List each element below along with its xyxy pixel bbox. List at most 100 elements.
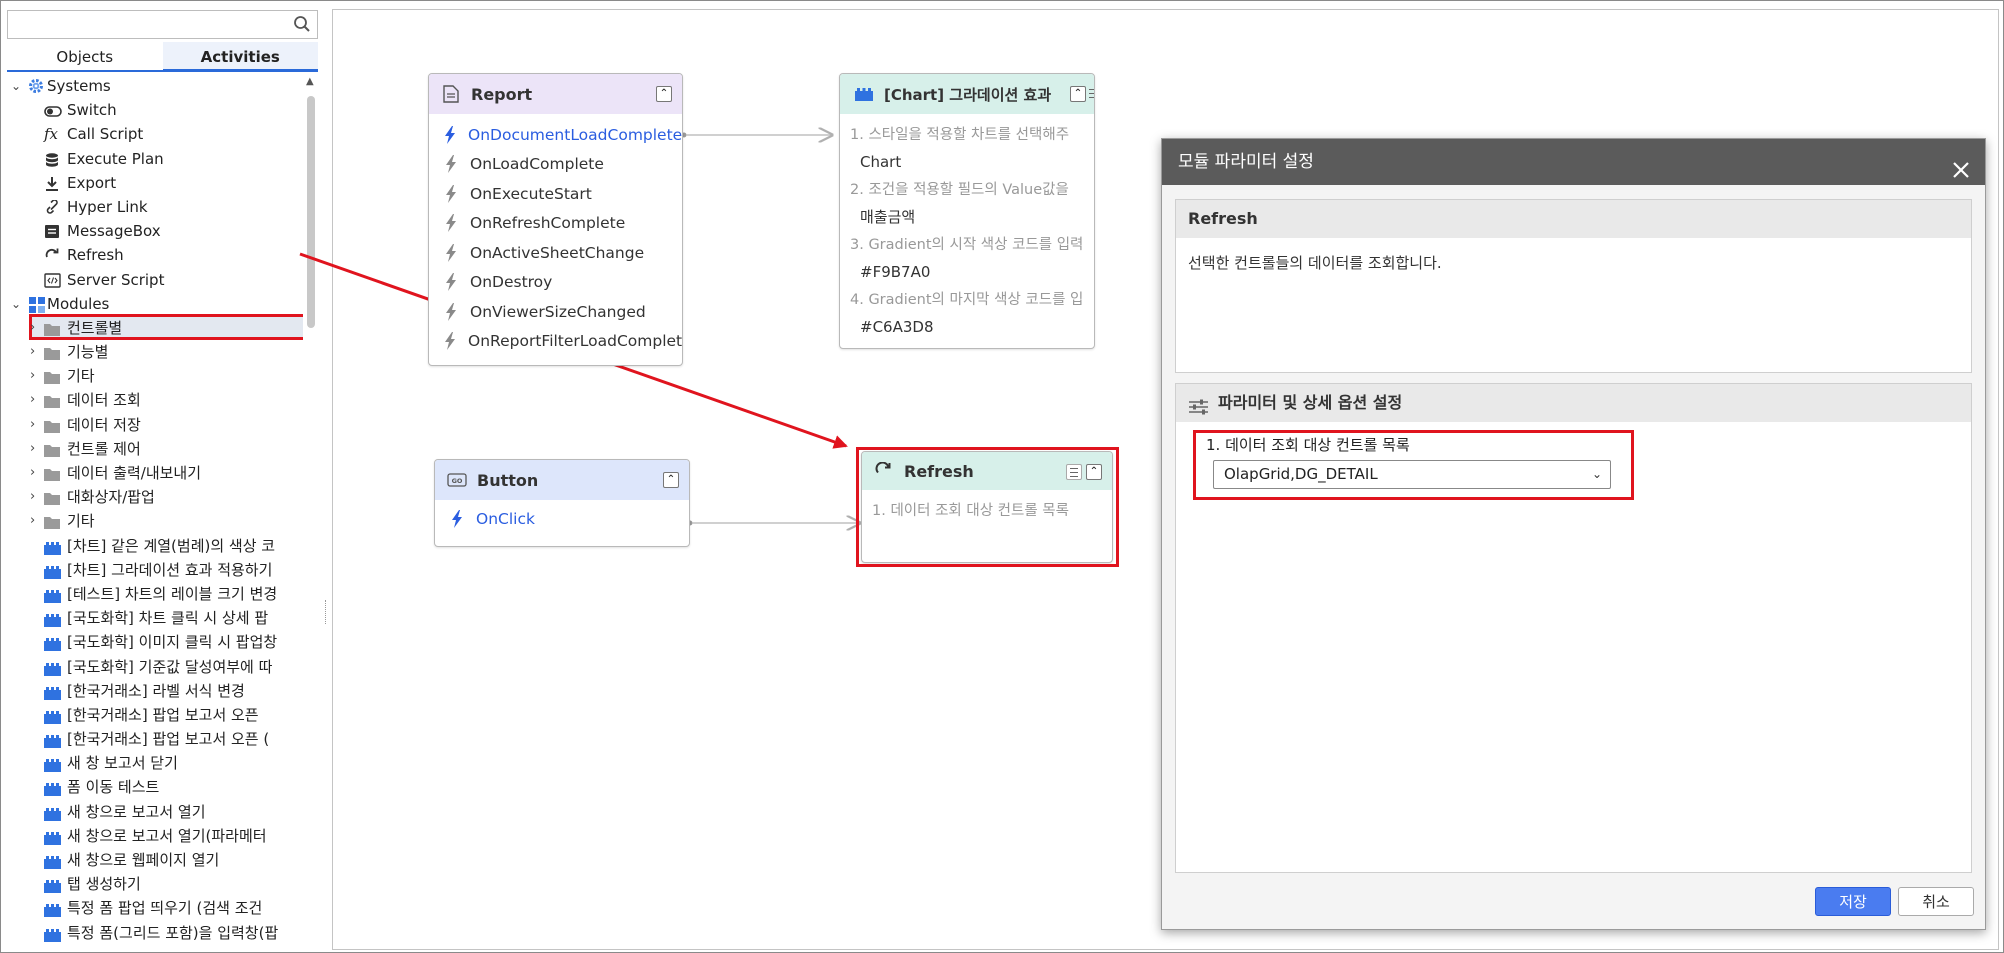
tree-folder[interactable]: › 데이터 조회 [7,388,303,412]
tree-module-item[interactable]: [국도화학] 기준값 달성여부에 따 [7,655,303,679]
chevron-right-icon[interactable]: › [30,509,35,533]
event-item[interactable]: OnDocumentLoadComplete [429,120,682,150]
chevron-down-icon[interactable]: ⌄ [11,292,21,316]
download-icon [44,175,62,191]
tree-folder[interactable]: › 기타 [7,509,303,533]
param-question: 2. 조건을 적용할 필드의 Value값을 [850,182,1069,198]
tree-item-server-script[interactable]: Server Script [7,268,303,292]
panel-splitter[interactable] [322,4,330,949]
tab-activities[interactable]: Activities [162,42,318,72]
tree-module-item[interactable]: 새 창 보고서 닫기 [7,751,303,775]
tree-module-item[interactable]: 특정 폼(그리드 포함)을 입력창(팝 [7,921,303,945]
tree-module-label: 탭 생성하기 [67,875,141,894]
search-icon[interactable] [293,15,311,37]
tree-item-label: Call Script [67,125,144,144]
tree-module-item[interactable]: [국도화학] 차트 클릭 시 상세 팝 [7,606,303,630]
collapse-button[interactable]: ⌃ [1070,86,1086,102]
button-node[interactable]: GO Button ⌃ OnClick [434,459,690,547]
save-button[interactable]: 저장 [1815,887,1891,916]
tree-module-item[interactable]: [한국거래소] 팝업 보고서 오픈 ( [7,727,303,751]
tree-module-item[interactable]: 새 창으로 보고서 열기 [7,800,303,824]
lightning-icon [450,509,464,528]
cancel-button[interactable]: 취소 [1898,887,1974,916]
tree-module-item[interactable]: [한국거래소] 팝업 보고서 오픈 [7,703,303,727]
tab-objects[interactable]: Objects [7,42,163,70]
tree-item-messagebox[interactable]: MessageBox [7,219,303,243]
close-icon[interactable] [1951,152,1971,178]
tree-module-item[interactable]: [테스트] 차트의 레이블 크기 변경 [7,582,303,606]
module-blocks-icon [44,876,62,894]
module-blocks-icon [44,852,62,869]
search-box[interactable] [7,10,318,39]
tree-folder[interactable]: › 기타 [7,364,303,388]
chevron-down-icon[interactable]: ⌄ [11,74,21,98]
tree-module-item[interactable]: 탭 생성하기 [7,872,303,896]
tree-folder[interactable]: › 데이터 출력/내보내기 [7,461,303,485]
report-node-header[interactable]: Report ⌃ [429,74,682,114]
event-item[interactable]: OnActiveSheetChange [429,238,682,268]
scrollbar-thumb[interactable] [307,96,315,328]
chevron-right-icon[interactable]: › [30,316,35,340]
tree-folder[interactable]: › 대화상자/팝업 [7,485,303,509]
module-blocks-icon [44,731,62,749]
tree-item-label: Switch [67,101,117,120]
database-icon [44,151,62,167]
report-node[interactable]: Report ⌃ OnDocumentLoadComplete OnLoadCom… [428,73,683,366]
tree-item-label: Server Script [67,270,165,289]
event-item[interactable]: OnLoadComplete [429,150,682,180]
tree-folder-label: 데이터 출력/내보내기 [67,464,202,482]
module-blocks-icon [44,659,62,676]
tree-module-item[interactable]: [차트] 같은 계열(범례)의 색상 코 [7,534,303,558]
tree-folder[interactable]: › 기능별 [7,340,303,364]
tree-module-item[interactable]: 새 창으로 보고서 열기(파라메터 [7,824,303,848]
node-title: Button [477,470,539,490]
tree-module-item[interactable]: 폼 이동 테스트 [7,775,303,799]
dialog-title-bar[interactable]: 모듈 파라미터 설정 [1162,139,1985,185]
tree-module-item[interactable]: [한국거래소] 라벨 서식 변경 [7,679,303,703]
event-item[interactable]: OnDestroy [429,268,682,298]
tree-item-call-script[interactable]: fx Call Script [7,122,303,146]
module-info-section: Refresh 선택한 컨트롤들의 데이터를 조회합니다. [1175,199,1972,373]
event-item[interactable]: OnRefreshComplete [429,209,682,239]
lightning-icon [444,214,458,233]
chart-node-header[interactable]: [Chart] 그라데이션 효과 ⌃ [840,74,1094,114]
tree-folder[interactable]: › 데이터 저장 [7,413,303,437]
chevron-right-icon[interactable]: › [30,388,35,412]
event-item[interactable]: OnReportFilterLoadComplet [429,327,682,357]
tree-module-item[interactable]: 특정 폼 팝업 띄우기 (검색 조건 [7,896,303,920]
chevron-right-icon[interactable]: › [30,437,35,461]
scroll-up-icon[interactable]: ▲ [306,76,314,87]
chevron-right-icon[interactable]: › [30,413,35,437]
event-item[interactable]: OnViewerSizeChanged [429,297,682,327]
tree-group-systems[interactable]: ⌄ Systems [7,74,303,98]
folder-icon [43,344,61,361]
chevron-right-icon[interactable]: › [30,461,35,485]
collapse-button[interactable]: ⌃ [656,86,672,102]
tree-item-hyper-link[interactable]: Hyper Link [7,195,303,219]
chevron-right-icon[interactable]: › [30,485,35,509]
search-input[interactable] [8,11,278,37]
tree-group-modules[interactable]: ⌄ Modules [7,292,303,316]
tree-item-refresh[interactable]: Refresh [7,243,303,267]
event-item[interactable]: OnExecuteStart [429,179,682,209]
chevron-right-icon[interactable]: › [30,364,35,388]
param-question: 1. 스타일을 적용할 차트를 선택해주 [850,127,1070,143]
chevron-right-icon[interactable]: › [30,340,35,364]
module-blocks-icon [44,925,62,942]
tree-item-export[interactable]: Export [7,171,303,195]
tree-item-execute-plan[interactable]: Execute Plan [7,147,303,171]
tree-item-switch[interactable]: Switch [7,98,303,122]
tree-module-item[interactable]: 새 창으로 웹페이지 열기 [7,848,303,872]
module-blocks-icon [44,683,62,700]
tree-module-label: [국도화학] 이미지 클릭 시 팝업창 [67,633,278,652]
tree-module-item[interactable]: [차트] 그라데이션 효과 적용하기 [7,558,303,582]
tree-folder[interactable]: › 컨트롤별 [7,316,303,340]
collapse-button[interactable]: ⌃ [663,472,679,488]
tree-module-item[interactable]: [국도화학] 이미지 클릭 시 팝업창 [7,630,303,654]
event-label: OnClick [476,509,535,528]
event-item[interactable]: OnClick [435,504,689,534]
chart-module-node[interactable]: [Chart] 그라데이션 효과 ⌃ 1. 스타일을 적용할 차트를 선택해주 C… [839,73,1095,349]
tree-scrollbar[interactable]: ▲ [305,74,317,949]
button-node-header[interactable]: GO Button ⌃ [435,460,689,500]
tree-folder[interactable]: › 컨트롤 제어 [7,437,303,461]
